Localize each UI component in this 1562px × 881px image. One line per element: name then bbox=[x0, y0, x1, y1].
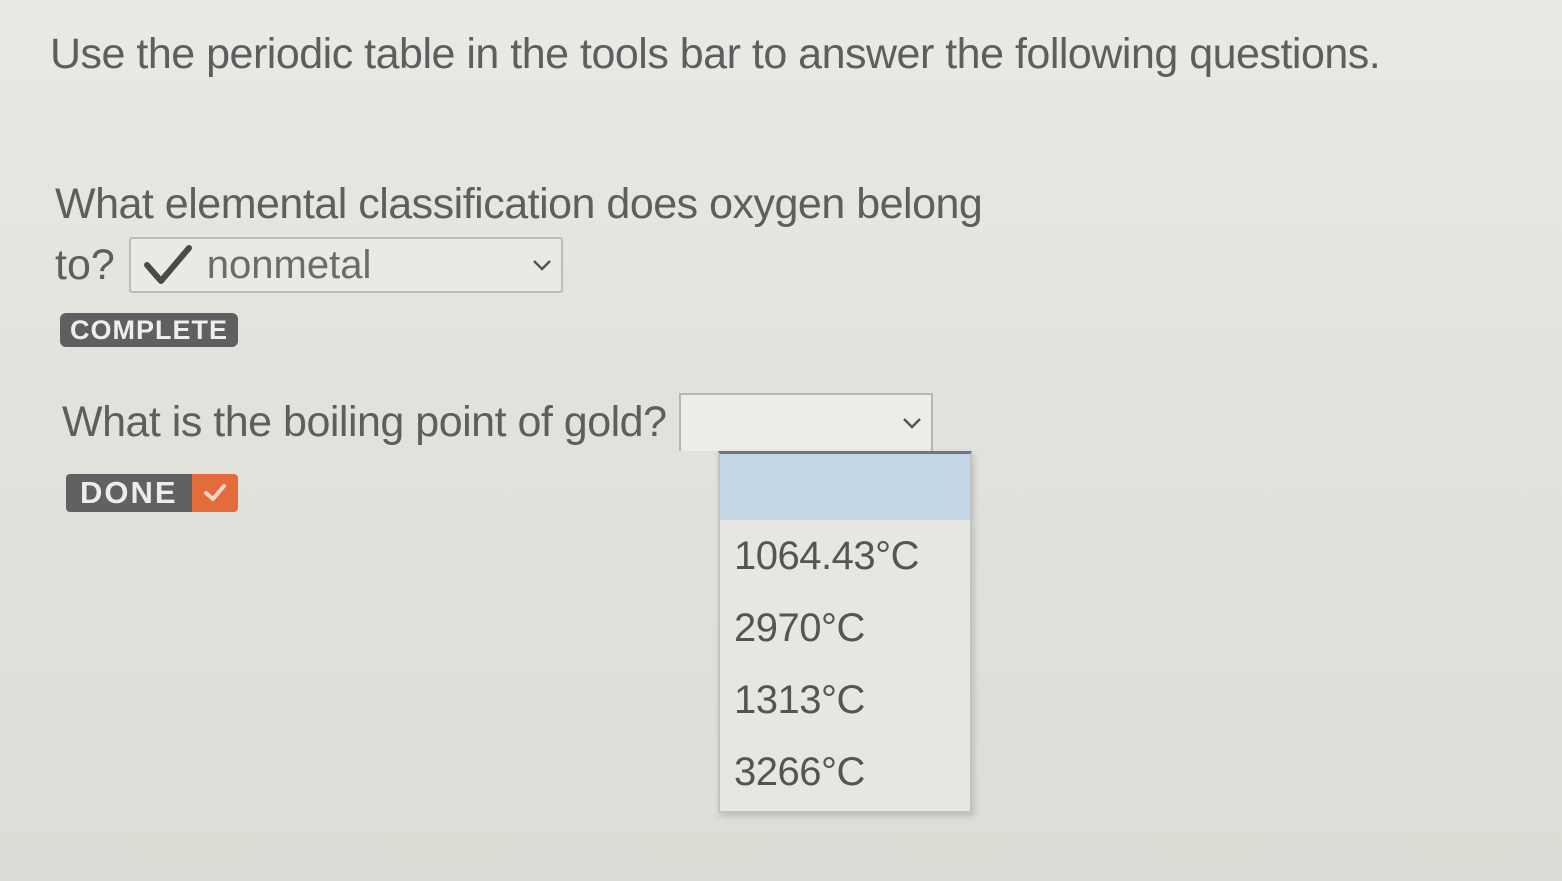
instructions-text: Use the periodic table in the tools bar … bbox=[50, 30, 1381, 78]
question-2-row: What is the boiling point of gold? bbox=[62, 393, 933, 451]
chevron-down-icon bbox=[532, 260, 551, 271]
question-2-text: What is the boiling point of gold? bbox=[62, 397, 667, 446]
question-1-text: What elemental classification does oxyge… bbox=[55, 180, 983, 228]
chevron-down-icon bbox=[902, 418, 921, 429]
dropdown-option[interactable]: 2970°C bbox=[720, 592, 970, 664]
done-badge: DONE bbox=[66, 474, 238, 512]
complete-badge: COMPLETE bbox=[60, 313, 239, 347]
question-1-row: to? nonmetal bbox=[55, 234, 563, 296]
check-icon bbox=[143, 245, 192, 284]
question-1-text-continued: to? bbox=[55, 240, 115, 289]
gold-boiling-point-select[interactable] bbox=[678, 393, 933, 451]
gold-boiling-point-dropdown[interactable]: 1064.43°C 2970°C 1313°C 3266°C bbox=[718, 451, 972, 813]
done-check-icon bbox=[191, 474, 238, 512]
oxygen-classification-value: nonmetal bbox=[206, 242, 372, 287]
dropdown-option-blank[interactable] bbox=[720, 454, 970, 520]
dropdown-option[interactable]: 1313°C bbox=[720, 664, 970, 736]
dropdown-option[interactable]: 3266°C bbox=[720, 736, 970, 808]
check-icon bbox=[203, 484, 226, 501]
dropdown-option[interactable]: 1064.43°C bbox=[720, 520, 970, 592]
oxygen-classification-select[interactable]: nonmetal bbox=[128, 237, 563, 293]
done-badge-label: DONE bbox=[66, 474, 192, 512]
